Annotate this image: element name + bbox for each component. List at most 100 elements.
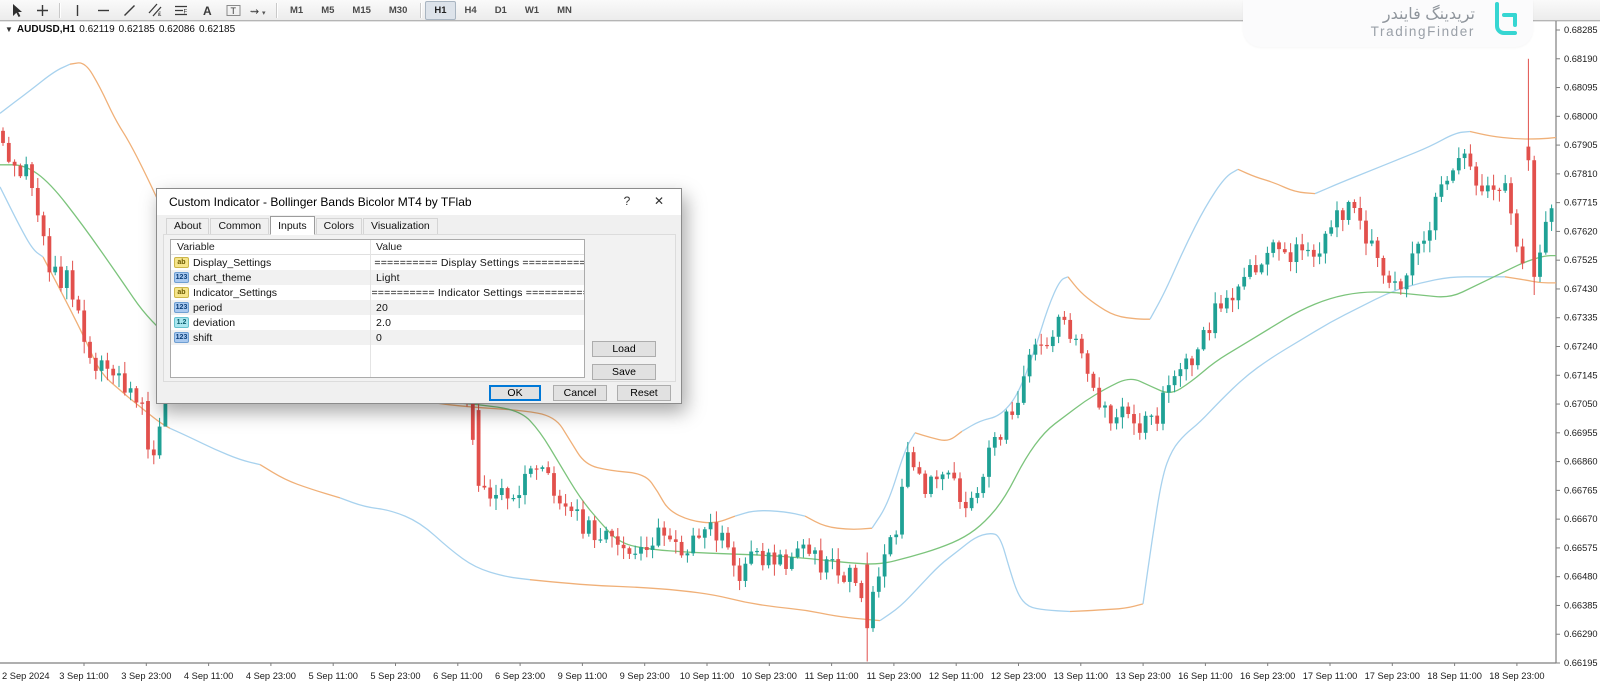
save-button[interactable]: Save: [592, 364, 656, 380]
symbol-dropdown-icon[interactable]: ▼: [5, 25, 13, 34]
timeframe-mn-button[interactable]: MN: [548, 1, 581, 20]
time-axis-label: 16 Sep 11:00: [1178, 671, 1233, 681]
bollinger-upper-band-orange: [1237, 168, 1316, 195]
variable-cell: 1.2 deviation: [171, 317, 370, 329]
value-cell[interactable]: ========== Indicator Settings ==========: [365, 287, 584, 299]
crosshair-tool-button[interactable]: [29, 1, 55, 20]
load-button[interactable]: Load: [592, 341, 656, 357]
price-axis-label: 0.67715: [1564, 198, 1598, 208]
time-axis-label: 13 Sep 23:00: [1115, 671, 1170, 681]
input-row-chart_theme[interactable]: 123 chart_theme Light: [171, 270, 584, 285]
time-axis-label: 2 Sep 2024: [2, 671, 50, 681]
time-axis-label: 13 Sep 11:00: [1053, 671, 1108, 681]
table-header: Variable Value: [171, 240, 584, 255]
time-axis-label: 5 Sep 23:00: [370, 671, 420, 681]
input-row-deviation[interactable]: 1.2 deviation 2.0: [171, 315, 584, 330]
time-axis-label: 18 Sep 11:00: [1427, 671, 1482, 681]
type-number-icon: 1.2: [174, 317, 189, 328]
header-value: Value: [376, 241, 403, 253]
price-axis-label: 0.66480: [1564, 572, 1598, 582]
type-string-icon: ab: [174, 257, 189, 268]
text-tool-button[interactable]: A: [194, 1, 220, 20]
price-axis-label: 0.67525: [1564, 255, 1598, 265]
fibonacci-tool-button[interactable]: F: [168, 1, 194, 20]
timeframe-m1-button[interactable]: M1: [281, 1, 312, 20]
price-axis-label: 0.66575: [1564, 543, 1598, 553]
input-row-shift[interactable]: 123 shift 0: [171, 330, 584, 345]
ok-button[interactable]: OK: [489, 385, 541, 401]
type-string-icon: ab: [174, 287, 189, 298]
ohlc-low: 0.62086: [158, 24, 195, 35]
time-axis-label: 18 Sep 23:00: [1489, 671, 1544, 681]
time-axis-label: 12 Sep 11:00: [929, 671, 984, 681]
tab-colors[interactable]: Colors: [315, 218, 363, 234]
price-axis-label: 0.68285: [1564, 25, 1598, 35]
bollinger-lower-band-orange: [1069, 603, 1144, 613]
price-axis-label: 0.67905: [1564, 140, 1598, 150]
equidistant-channel-tool-button[interactable]: ₤: [142, 1, 168, 20]
timeframe-d1-button[interactable]: D1: [486, 1, 516, 20]
value-cell[interactable]: ========== Display Settings ==========: [368, 257, 584, 269]
ohlc-open: 0.62119: [79, 24, 115, 35]
timeframe-m15-button[interactable]: M15: [343, 1, 379, 20]
value-cell[interactable]: Light: [370, 272, 400, 284]
variable-name: deviation: [193, 316, 236, 329]
time-axis-label: 9 Sep 23:00: [620, 671, 670, 681]
tab-about[interactable]: About: [166, 218, 210, 234]
bollinger-upper-band-orange: [804, 515, 873, 530]
bollinger-upper-band-blue: [734, 510, 806, 517]
dialog-tabs: About Common Inputs Colors Visualization: [166, 216, 439, 235]
toolbar-separator: [420, 2, 422, 18]
inputs-tab-page: Variable Value ab Display_Settings =======…: [163, 234, 676, 382]
mt4-window: 0.68285 0.68190 0.68095 0.68000 0.67905 0.678…: [0, 0, 1600, 700]
time-axis-label: 4 Sep 11:00: [184, 671, 233, 681]
timeframe-h1-button[interactable]: H1: [425, 0, 456, 20]
help-button[interactable]: ?: [619, 194, 635, 210]
timeframe-m30-button[interactable]: M30: [380, 1, 416, 20]
timeframe-h4-button[interactable]: H4: [456, 1, 486, 20]
bollinger-lower-band-orange: [259, 464, 341, 499]
timeframe-w1-button[interactable]: W1: [516, 1, 548, 20]
value-cell[interactable]: 0: [370, 332, 382, 344]
price-axis-label: 0.66670: [1564, 514, 1598, 524]
value-cell[interactable]: 2.0: [370, 317, 391, 329]
bollinger-upper-band-orange: [1469, 130, 1557, 140]
bollinger-upper-band-orange: [1067, 276, 1150, 320]
svg-text:₤: ₤: [158, 12, 162, 17]
input-row-period[interactable]: 123 period 20: [171, 300, 584, 315]
variable-name: Display_Settings: [193, 256, 272, 269]
text-label-tool-button[interactable]: T: [220, 1, 246, 20]
input-row-Indicator_Settings[interactable]: ab Indicator_Settings ========== Indicator…: [171, 285, 584, 300]
price-axis-label: 0.66765: [1564, 485, 1598, 495]
cursor-tool-button[interactable]: [3, 1, 29, 20]
vertical-line-tool-button[interactable]: [64, 1, 90, 20]
time-axis-label: 16 Sep 23:00: [1240, 671, 1295, 681]
timeframe-m5-button[interactable]: M5: [312, 1, 343, 20]
tab-common[interactable]: Common: [210, 218, 270, 234]
header-variable: Variable: [177, 241, 215, 253]
time-axis-label: 6 Sep 23:00: [495, 671, 545, 681]
price-axis-label: 0.68095: [1564, 83, 1598, 93]
time-axis-label: 12 Sep 23:00: [991, 671, 1046, 681]
svg-text:A: A: [203, 4, 212, 17]
close-icon[interactable]: ✕: [651, 194, 667, 210]
price-axis-label: 0.66385: [1564, 600, 1598, 610]
dialog-title: Custom Indicator - Bollinger Bands Bicol…: [157, 189, 681, 215]
input-row-Display_Settings[interactable]: ab Display_Settings ========== Display Set…: [171, 255, 584, 270]
trendline-tool-button[interactable]: [116, 1, 142, 20]
time-axis-label: 10 Sep 11:00: [680, 671, 735, 681]
bollinger-upper-band-orange: [914, 430, 963, 441]
price-axis-label: 0.67050: [1564, 399, 1598, 409]
tab-inputs[interactable]: Inputs: [270, 216, 315, 235]
svg-text:▾: ▾: [262, 10, 266, 17]
bollinger-lower-band-orange: [1504, 276, 1556, 284]
arrow-objects-tool-button[interactable]: ⇝ ▾: [246, 1, 272, 20]
variable-name: period: [193, 301, 223, 314]
reset-button[interactable]: Reset: [617, 385, 671, 401]
cancel-button[interactable]: Cancel: [553, 385, 607, 401]
value-cell[interactable]: 20: [370, 302, 388, 314]
inputs-table: Variable Value ab Display_Settings =======…: [170, 239, 585, 378]
tab-visualization[interactable]: Visualization: [363, 218, 438, 234]
bollinger-upper-band-blue: [0, 63, 71, 114]
horizontal-line-tool-button[interactable]: [90, 1, 116, 20]
